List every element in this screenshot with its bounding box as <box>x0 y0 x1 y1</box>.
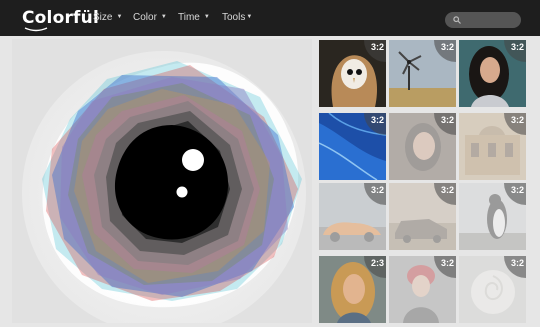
color-burst-visualization[interactable] <box>12 39 312 323</box>
chevron-down-icon: ▼ <box>116 14 123 20</box>
logo-swoosh-icon <box>24 27 48 32</box>
aspect-ratio-badge: 3:2 <box>434 256 456 278</box>
color-visualization-panel <box>12 39 312 323</box>
aspect-ratio-badge: 3:2 <box>504 113 526 135</box>
thumbnail-orange-car[interactable]: 3:2 <box>319 183 386 250</box>
thumbnail-palace[interactable]: 3:2 <box>459 113 526 180</box>
aspect-ratio-badge: 3:2 <box>364 183 386 205</box>
aspect-ratio-badge: 3:2 <box>434 113 456 135</box>
thumbnail-white-rose[interactable]: 3:2 <box>459 256 526 323</box>
selection-marker-large[interactable] <box>182 149 204 171</box>
selection-marker-small[interactable] <box>176 186 188 198</box>
search-box[interactable] <box>445 12 521 29</box>
aspect-ratio-badge: 3:2 <box>434 183 456 205</box>
nav-tools-menu[interactable]: Tools▼ <box>222 12 252 23</box>
thumbnail-woman-red-hat[interactable]: 3:2 <box>389 256 456 323</box>
nav-size-label: Size <box>93 12 113 23</box>
nav-color-menu[interactable]: Color ▼ <box>133 12 167 23</box>
chevron-down-icon: ▼ <box>203 14 210 20</box>
nav-time-menu[interactable]: Time ▼ <box>178 12 210 23</box>
thumbnail-ruined-car[interactable]: 3:2 <box>389 183 456 250</box>
app-logo[interactable]: Colorfül <box>22 8 99 28</box>
search-icon <box>453 16 461 24</box>
thumbnail-blue-feather[interactable]: 3:2 <box>319 113 386 180</box>
search-input[interactable] <box>463 13 519 29</box>
nav-color-label: Color <box>133 12 157 23</box>
thumbnail-windmill[interactable]: 3:2 <box>389 40 456 107</box>
aspect-ratio-badge: 3:2 <box>504 183 526 205</box>
thumbnail-woman-close-up[interactable]: 3:2 <box>389 113 456 180</box>
chevron-down-icon: ▼ <box>160 14 167 20</box>
thumbnail-penguin[interactable]: 3:2 <box>459 183 526 250</box>
thumbnail-woman-portrait[interactable]: 3:2 <box>459 40 526 107</box>
nav-time-label: Time <box>178 12 200 23</box>
thumbnail-blonde-woman[interactable]: 2:3 <box>319 256 386 323</box>
nav-size-menu[interactable]: Size ▼ <box>93 12 122 23</box>
aspect-ratio-badge: 3:2 <box>504 256 526 278</box>
top-navigation-bar: Colorfül Size ▼ Color ▼ Time ▼ Tools▼ <box>0 0 540 36</box>
chevron-down-icon: ▼ <box>246 14 253 20</box>
nav-tools-label: Tools <box>222 12 246 23</box>
thumbnail-owl[interactable]: 3:2 <box>319 40 386 107</box>
